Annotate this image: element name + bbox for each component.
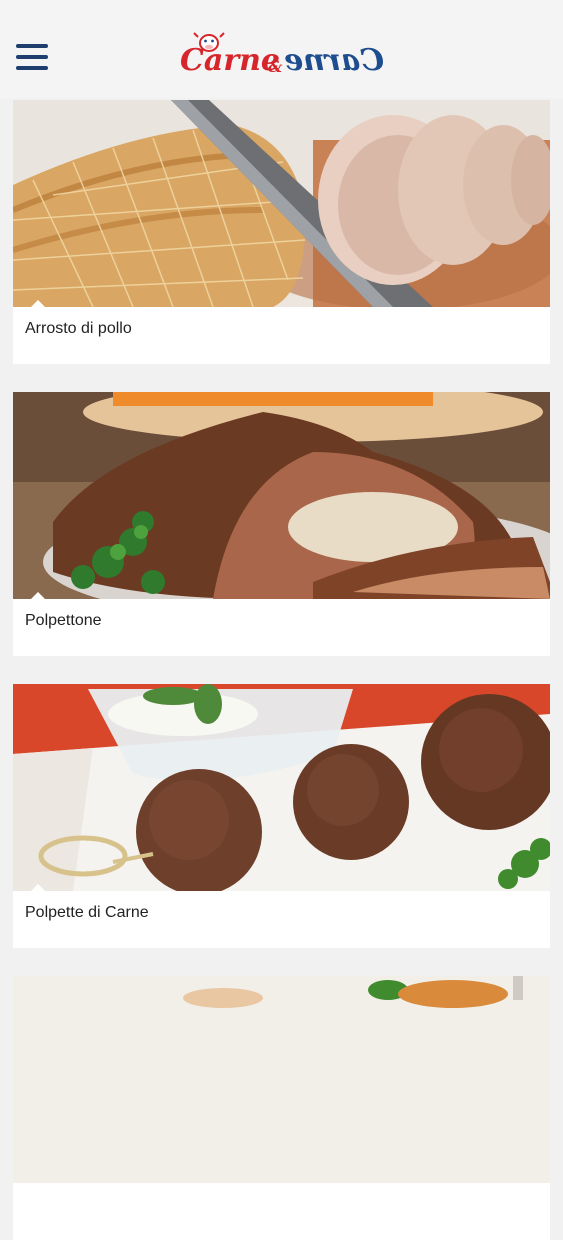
- app-header: Carne & Carne: [0, 0, 563, 98]
- card-notch: [30, 300, 46, 308]
- recipe-card-partial[interactable]: [13, 976, 550, 1240]
- card-notch: [30, 592, 46, 600]
- recipe-card-polpette-di-carne[interactable]: Polpette di Carne: [13, 684, 550, 948]
- recipe-image-partial: [13, 976, 550, 1183]
- recipe-title: Polpette di Carne: [25, 904, 149, 921]
- recipe-image-arrosto-di-pollo: [13, 100, 550, 307]
- logo-text-left: Carne: [180, 43, 281, 78]
- recipe-title: Arrosto di pollo: [25, 320, 132, 337]
- recipe-image-polpettone: [13, 392, 550, 599]
- card-notch: [30, 884, 46, 892]
- logo-ampersand: &: [268, 57, 283, 76]
- recipe-image-polpette-di-carne: [13, 684, 550, 891]
- hamburger-menu-icon[interactable]: [16, 44, 49, 70]
- recipe-card-arrosto-di-pollo[interactable]: Arrosto di pollo: [13, 100, 550, 364]
- app-logo: Carne & Carne: [180, 30, 384, 86]
- recipe-title: Polpettone: [25, 612, 102, 629]
- recipe-card-polpettone[interactable]: Polpettone: [13, 392, 550, 656]
- logo-text-right-mirrored: Carne: [284, 43, 385, 78]
